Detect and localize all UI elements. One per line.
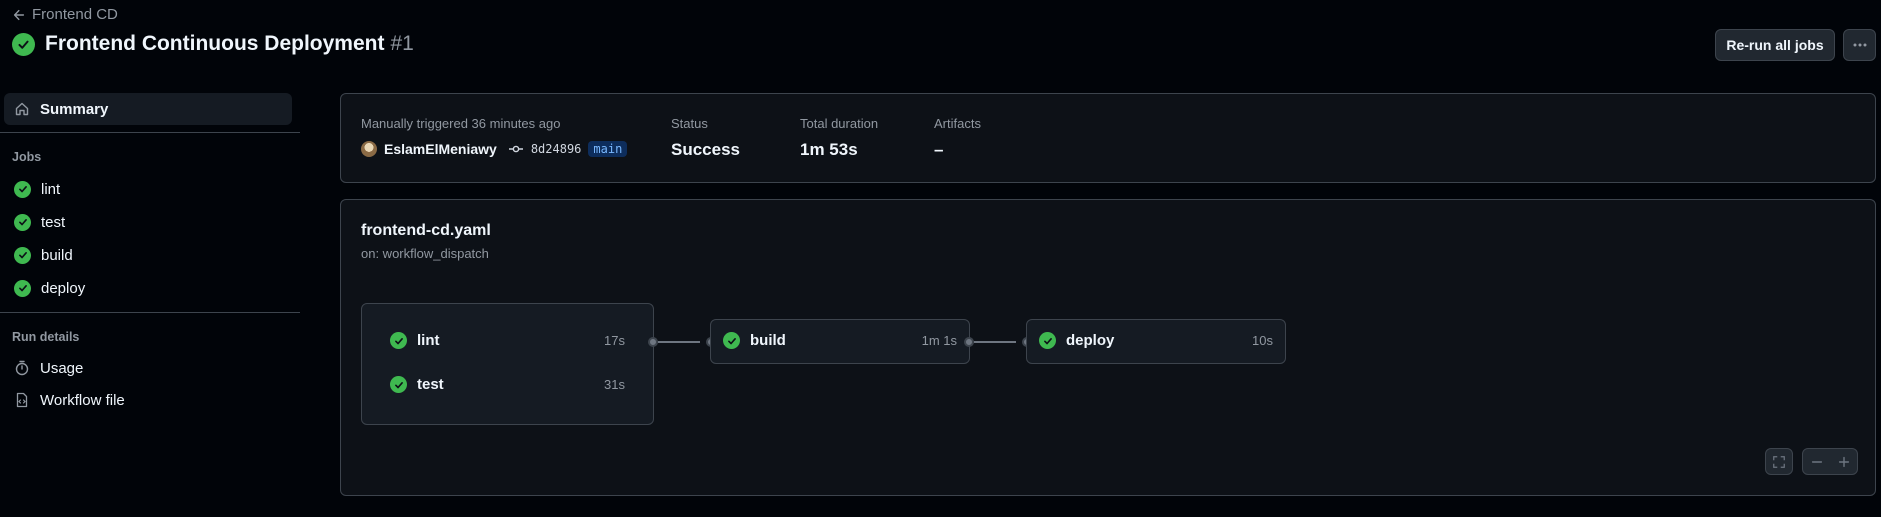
sidebar-item-test[interactable]: test	[4, 206, 292, 238]
workflow-file-name: frontend-cd.yaml	[361, 222, 491, 239]
artifacts-label: Artifacts	[934, 116, 981, 131]
sidebar-divider	[0, 312, 300, 313]
sidebar-divider	[0, 132, 300, 133]
duration-value: 1m 53s	[800, 140, 858, 159]
sidebar-item-label: test	[41, 213, 66, 231]
sidebar-item-label: Summary	[40, 100, 109, 118]
sidebar-item-deploy[interactable]: deploy	[4, 272, 292, 304]
duration-label: Total duration	[800, 116, 879, 131]
zoom-out-icon[interactable]	[1810, 455, 1824, 469]
commit-sha-link[interactable]: 8d24896	[531, 142, 582, 156]
avatar	[361, 141, 377, 157]
job-duration: 1m 1s	[921, 333, 957, 348]
trigger-meta: EslamElMeniawy 8d24896 main	[361, 141, 628, 157]
zoom-in-icon[interactable]	[1837, 455, 1851, 469]
sidebar-item-label: build	[41, 246, 73, 264]
check-circle-icon	[14, 213, 31, 231]
run-title-row: Frontend Continuous Deployment #1	[12, 32, 414, 56]
check-circle-icon	[723, 332, 740, 349]
run-summary-panel: Manually triggered 36 minutes ago EslamE…	[340, 93, 1876, 183]
fullscreen-icon	[1772, 455, 1786, 469]
git-commit-icon	[508, 141, 524, 157]
job-duration: 17s	[604, 333, 625, 348]
jobs-heading: Jobs	[12, 150, 42, 164]
trigger-text: Manually triggered 36 minutes ago	[361, 116, 561, 131]
sidebar-item-summary[interactable]: Summary	[4, 93, 292, 125]
file-code-icon	[14, 392, 30, 408]
page-title: Frontend Continuous Deployment #1	[45, 32, 414, 55]
artifacts-value: –	[934, 140, 944, 159]
rerun-all-jobs-button[interactable]: Re-run all jobs	[1715, 29, 1835, 61]
job-name: build	[750, 332, 786, 349]
sidebar-item-label: lint	[41, 180, 61, 198]
sidebar-item-lint[interactable]: lint	[4, 173, 292, 205]
check-circle-icon	[1039, 332, 1056, 349]
job-node-deploy[interactable]: deploy 10s	[1026, 319, 1286, 364]
check-circle-icon	[14, 180, 31, 198]
run-details-heading: Run details	[12, 330, 80, 344]
arrow-left-icon	[12, 8, 26, 22]
job-row: deploy 10s	[1039, 332, 1273, 349]
check-circle-icon	[12, 32, 35, 56]
sidebar-item-label: Usage	[40, 359, 84, 377]
kebab-horizontal-icon	[1852, 37, 1868, 53]
check-circle-icon	[390, 332, 407, 349]
zoom-controls	[1802, 448, 1858, 475]
run-number: #1	[390, 32, 414, 55]
branch-badge[interactable]: main	[588, 141, 628, 157]
sidebar-item-usage[interactable]: Usage	[4, 352, 292, 384]
connector-dot	[964, 337, 974, 347]
job-name: test	[417, 376, 444, 393]
job-node-build[interactable]: build 1m 1s	[710, 319, 970, 364]
status-label: Status	[671, 116, 708, 131]
job-node-test[interactable]: test 31s	[390, 376, 625, 393]
sidebar-item-workflow-file[interactable]: Workflow file	[4, 384, 292, 416]
back-link-label: Frontend CD	[32, 6, 118, 23]
connector-line	[658, 341, 700, 343]
job-name: deploy	[1066, 332, 1115, 349]
connector-line	[974, 341, 1016, 343]
job-row: build 1m 1s	[723, 332, 957, 349]
workflow-trigger: on: workflow_dispatch	[361, 246, 489, 261]
status-value: Success	[671, 140, 740, 159]
check-circle-icon	[14, 246, 31, 264]
sidebar-item-label: Workflow file	[40, 391, 125, 409]
workflow-graph-panel: frontend-cd.yaml on: workflow_dispatch l…	[340, 199, 1876, 496]
sidebar-item-build[interactable]: build	[4, 239, 292, 271]
job-duration: 10s	[1252, 333, 1273, 348]
more-options-button[interactable]	[1843, 29, 1876, 61]
check-circle-icon	[390, 376, 407, 393]
sidebar-item-label: deploy	[41, 279, 86, 297]
stopwatch-icon	[14, 360, 30, 376]
home-icon	[14, 101, 30, 117]
check-circle-icon	[14, 279, 31, 297]
job-node-lint[interactable]: lint 17s	[390, 332, 625, 349]
back-link[interactable]: Frontend CD	[12, 6, 118, 23]
fullscreen-button[interactable]	[1765, 448, 1793, 475]
job-name: lint	[417, 332, 440, 349]
job-group-lint-test: lint 17s test 31s	[361, 303, 654, 425]
job-duration: 31s	[604, 377, 625, 392]
actor-link[interactable]: EslamElMeniawy	[384, 141, 497, 157]
connector-dot	[648, 337, 658, 347]
